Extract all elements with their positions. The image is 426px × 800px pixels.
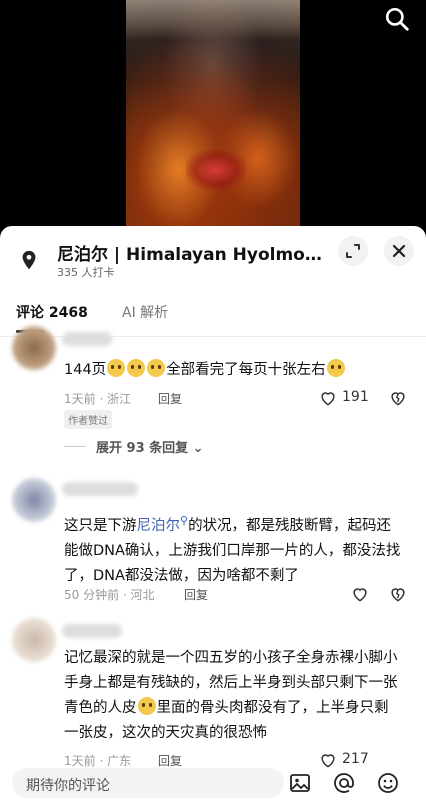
comment-time-location: 1天前 · 浙江 <box>64 392 132 406</box>
input-placeholder: 期待你的评论 <box>26 778 110 794</box>
avatar[interactable] <box>12 618 56 662</box>
expand-icon <box>346 244 360 258</box>
reply-button[interactable]: 回复 <box>184 586 208 603</box>
author-liked-badge: 作者赞过 <box>64 410 112 429</box>
close-icon <box>392 244 406 258</box>
like-count: 217 <box>342 751 369 767</box>
heart-icon <box>321 754 335 768</box>
comment-input-bar: 期待你的评论 <box>0 768 426 800</box>
comment-text: 这只是下游尼泊尔⚲的状况，都是残肢断臂，起码还能做DNA确认，上游我们口岸那一片… <box>64 514 401 584</box>
search-icon[interactable] <box>384 6 410 32</box>
comment-time-location: 1天前 · 广东 <box>64 754 132 768</box>
broken-heart-icon[interactable] <box>388 388 408 408</box>
crying-emoji-icon <box>107 359 126 377</box>
location-title[interactable]: 尼泊尔 | Himalayan Hyolmo Rest... <box>57 240 325 265</box>
video-area[interactable] <box>0 0 426 226</box>
username[interactable] <box>62 332 112 346</box>
comment-time-location: 50 分钟前 · 河北 <box>64 588 155 602</box>
username[interactable] <box>62 482 138 496</box>
tab-bar: 评论 2468 AI 解析 <box>0 302 426 336</box>
comment-text: 记忆最深的就是一个四五岁的小孩子全身赤裸小脚小手身上都是有残缺的，然后上半身到头… <box>64 650 398 741</box>
tab-comments[interactable]: 评论 2468 <box>16 302 88 322</box>
expand-replies-button[interactable]: 展开 93 条回复 ⌄ <box>96 437 204 456</box>
like-count: 191 <box>342 389 369 405</box>
username[interactable] <box>62 624 122 638</box>
heart-icon <box>321 392 335 406</box>
crying-emoji-icon <box>326 359 345 377</box>
scared-emoji-icon <box>137 697 156 715</box>
tab-ai-analysis[interactable]: AI 解析 <box>122 302 168 322</box>
heart-icon[interactable] <box>350 584 370 604</box>
at-icon[interactable] <box>332 771 356 795</box>
crying-emoji-icon <box>127 359 146 377</box>
comment-text: 144页 全部看完了每页十张左右 <box>64 358 402 383</box>
location-link[interactable]: 尼泊尔 <box>137 518 181 534</box>
comment-sheet: 尼泊尔 | Himalayan Hyolmo Rest... 335 人打卡 评… <box>0 226 426 800</box>
location-pin-icon <box>22 250 36 270</box>
location-header[interactable]: 尼泊尔 | Himalayan Hyolmo Rest... 335 人打卡 <box>0 226 426 288</box>
avatar[interactable] <box>12 478 56 522</box>
reply-button[interactable]: 回复 <box>158 752 182 769</box>
video-frame[interactable] <box>126 0 300 226</box>
search-icon[interactable]: ⚲ <box>180 514 188 527</box>
like-button[interactable]: 217 <box>318 750 378 770</box>
checkin-count: 335 人打卡 <box>57 266 115 279</box>
close-button[interactable] <box>384 236 414 266</box>
expand-line <box>64 446 86 447</box>
emoji-icon[interactable] <box>376 771 400 795</box>
like-button[interactable]: 191 <box>318 388 378 408</box>
broken-heart-icon[interactable] <box>388 584 408 604</box>
expand-button[interactable] <box>338 236 368 266</box>
reply-button[interactable]: 回复 <box>158 390 182 407</box>
avatar[interactable] <box>12 326 56 370</box>
comment-input[interactable]: 期待你的评论 <box>12 768 284 798</box>
image-icon[interactable] <box>288 771 312 795</box>
crying-emoji-icon <box>147 359 166 377</box>
